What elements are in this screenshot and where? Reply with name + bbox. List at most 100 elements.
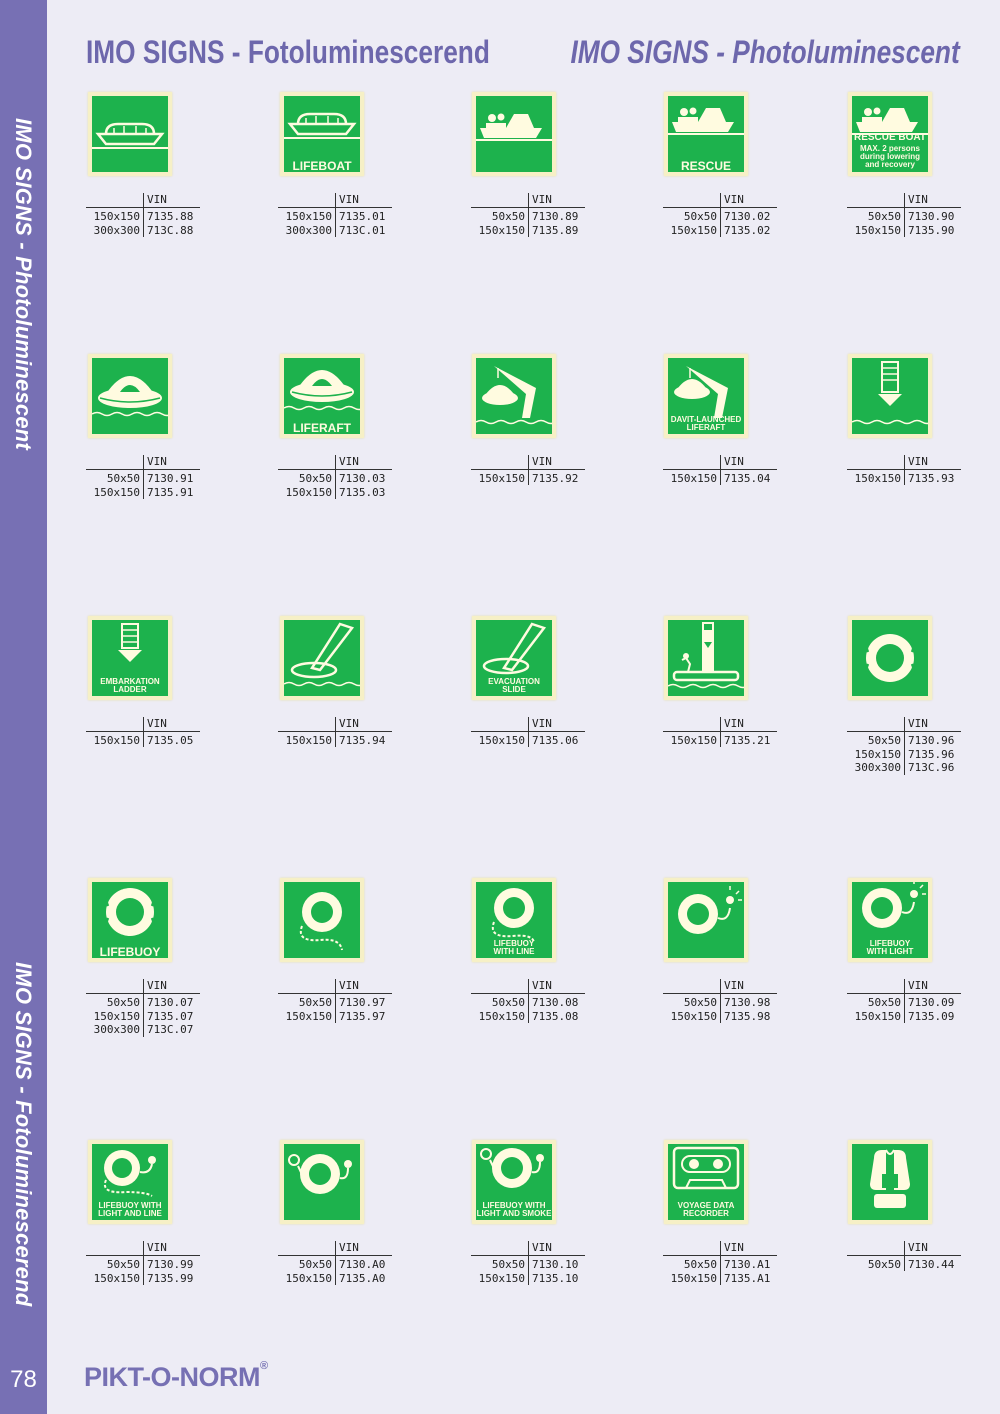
table-article-code: 7135.08 bbox=[532, 1009, 579, 1023]
table-header-vin: VIN bbox=[339, 193, 359, 206]
table-article-code: 7135.92 bbox=[532, 472, 579, 485]
table-article-code: 7135.21 bbox=[724, 734, 771, 747]
table-size: 50x50 bbox=[491, 210, 525, 223]
table-size: 150x150 bbox=[478, 1009, 525, 1023]
table-size: 50x50 bbox=[106, 996, 140, 1009]
table-column-divider bbox=[904, 455, 905, 485]
sign-plate bbox=[88, 92, 172, 176]
sign-label-line: LADDER bbox=[113, 685, 147, 694]
table-size: 150x150 bbox=[285, 734, 332, 747]
sign-label-line: RECORDER bbox=[683, 1209, 729, 1218]
table-header-vin: VIN bbox=[724, 979, 744, 992]
table-column-divider bbox=[720, 1241, 721, 1285]
table-size: 150x150 bbox=[670, 734, 717, 747]
table-size: 50x50 bbox=[298, 1258, 332, 1271]
table-column-divider bbox=[335, 1241, 336, 1285]
sign-label: LIFEBUOY WITH LINE bbox=[476, 940, 552, 956]
table-column-divider bbox=[335, 717, 336, 747]
sign-face: LIFERAFT bbox=[284, 358, 360, 434]
table-column-divider bbox=[904, 193, 905, 237]
table-size: 150x150 bbox=[478, 734, 525, 747]
rescue-boat-icon bbox=[476, 113, 552, 141]
lifebuoy-light-smoke-icon bbox=[288, 1154, 352, 1194]
sign-plate: LIFEBUOY WITH LIGHT AND SMOKE bbox=[472, 1140, 556, 1224]
sign-face bbox=[284, 1144, 360, 1220]
table-article-code: 7135.96 bbox=[908, 747, 955, 761]
table-size: 50x50 bbox=[491, 1258, 525, 1271]
sign-face: LIFEBUOY WITH LINE bbox=[476, 882, 552, 958]
table-size: 300x300 bbox=[285, 223, 332, 237]
sign-plate bbox=[664, 616, 748, 700]
table-article-code: 7135.88 bbox=[147, 210, 194, 223]
table-article-code: 7130.09 bbox=[908, 996, 955, 1009]
sign-plate bbox=[280, 878, 364, 962]
table-article-code: 713C.07 bbox=[147, 1023, 194, 1036]
table-column-divider bbox=[720, 717, 721, 747]
table-article-code: 7135.90 bbox=[908, 223, 955, 237]
table-article-code: 7135.02 bbox=[724, 223, 771, 237]
table-article-code: 7135.10 bbox=[532, 1271, 579, 1285]
table-size: 150x150 bbox=[93, 210, 140, 223]
sign-face bbox=[668, 882, 744, 958]
table-column-divider bbox=[143, 1241, 144, 1285]
sign-label: LIFEBUOY WITH LIGHT AND SMOKE bbox=[476, 1202, 552, 1218]
sign-face bbox=[284, 882, 360, 958]
table-column-divider bbox=[720, 979, 721, 1023]
sign-plate: DAVIT-LAUNCHED LIFERAFT bbox=[664, 354, 748, 438]
sign-face: RESCUE BOAT MAX. 2 persons during lowering… bbox=[852, 96, 928, 172]
table-header-vin: VIN bbox=[532, 1241, 552, 1254]
lifebuoy-light-icon bbox=[678, 886, 742, 934]
table-header-vin: VIN bbox=[147, 979, 167, 992]
table-article-code: 7130.91 bbox=[147, 472, 194, 485]
sign-face bbox=[852, 358, 928, 434]
sign-plate: LIFEBUOY WITH LIGHT AND LINE bbox=[88, 1140, 172, 1224]
table-column-divider bbox=[528, 1241, 529, 1285]
sign-label-line: RESCUE BOAT bbox=[853, 132, 927, 143]
table-size: 150x150 bbox=[670, 1271, 717, 1285]
sign-plate bbox=[848, 1140, 932, 1224]
table-size: 50x50 bbox=[298, 996, 332, 1009]
sign-label-line: WITH LINE bbox=[493, 947, 535, 956]
table-size: 50x50 bbox=[867, 210, 901, 223]
table-article-code: 7130.44 bbox=[908, 1258, 955, 1271]
sign-plate: LIFEBUOY WITH LINE bbox=[472, 878, 556, 962]
table-header-vin: VIN bbox=[532, 979, 552, 992]
table-article-code: 7135.04 bbox=[724, 472, 771, 485]
sign-label: VOYAGE DATA RECORDER bbox=[668, 1202, 744, 1218]
table-article-code: 7135.A1 bbox=[724, 1271, 771, 1285]
table-header-vin: VIN bbox=[339, 1241, 359, 1254]
sign-label-line: WITH LIGHT bbox=[866, 947, 914, 956]
table-header-vin: VIN bbox=[908, 979, 928, 992]
table-article-code: 7135.09 bbox=[908, 1009, 955, 1023]
table-size: 150x150 bbox=[854, 747, 901, 761]
table-header-vin: VIN bbox=[147, 717, 167, 730]
table-column-divider bbox=[143, 455, 144, 499]
brand-name: PIKT-O-NORM bbox=[84, 1362, 261, 1392]
table-size: 50x50 bbox=[867, 1258, 901, 1271]
table-size: 150x150 bbox=[285, 210, 332, 223]
table-article-code: 7135.98 bbox=[724, 1009, 771, 1023]
sign-plate bbox=[848, 616, 932, 700]
sign-plate bbox=[280, 616, 364, 700]
sign-label-line: SLIDE bbox=[502, 685, 526, 694]
table-header-vin: VIN bbox=[339, 717, 359, 730]
sign-face bbox=[852, 1144, 928, 1220]
table-column-divider bbox=[143, 979, 144, 1037]
sign-label: LIFEBUOY WITH LIGHT bbox=[852, 940, 928, 956]
table-article-code: 7130.07 bbox=[147, 996, 194, 1009]
table-article-code: 7130.10 bbox=[532, 1258, 579, 1271]
davit-liferaft-icon bbox=[476, 366, 552, 425]
table-article-code: 7135.91 bbox=[147, 485, 194, 499]
table-size: 50x50 bbox=[867, 996, 901, 1009]
lifejacket-icon bbox=[870, 1149, 910, 1208]
table-header-vin: VIN bbox=[724, 193, 744, 206]
marine-evacuation-icon bbox=[668, 622, 744, 689]
table-size: 150x150 bbox=[670, 223, 717, 237]
table-column-divider bbox=[335, 979, 336, 1023]
sign-label-line: LIGHT AND LINE bbox=[98, 1209, 162, 1218]
table-size: 150x150 bbox=[670, 1009, 717, 1023]
table-article-code: 7130.99 bbox=[147, 1258, 194, 1271]
sign-label: LIFERAFT bbox=[284, 422, 360, 434]
table-header-vin: VIN bbox=[147, 1241, 167, 1254]
table-size: 150x150 bbox=[478, 472, 525, 485]
